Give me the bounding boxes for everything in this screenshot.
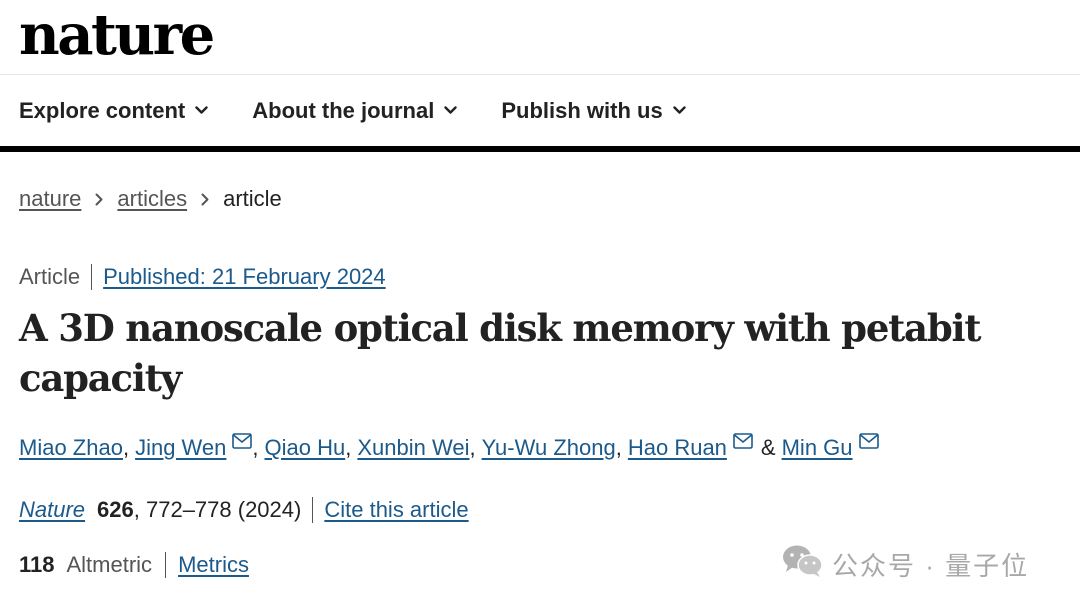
article-type: Article: [19, 264, 93, 290]
published-date-link[interactable]: Published: 21 February 2024: [103, 264, 386, 290]
author-separator: ,: [122, 435, 130, 460]
chevron-right-icon: [95, 193, 103, 206]
altmetric-count: 118: [19, 552, 55, 577]
breadcrumb-link-articles[interactable]: articles: [117, 186, 187, 212]
masthead: nature: [0, 0, 1080, 75]
nav-label: About the journal: [252, 97, 435, 123]
nature-logo[interactable]: nature: [19, 2, 215, 68]
author-link[interactable]: Xunbin Wei: [357, 435, 469, 461]
nav-explore-content[interactable]: Explore content: [19, 98, 208, 124]
author-link[interactable]: Hao Ruan: [628, 435, 727, 461]
nav-label: Explore content: [19, 97, 186, 123]
author-link[interactable]: Min Gu: [782, 435, 853, 461]
citation-line: Nature 626 , 772–778 (2024) Cite this ar…: [19, 497, 469, 523]
chevron-down-icon: [444, 106, 458, 115]
metrics-row: 118 Altmetric Metrics: [19, 552, 249, 578]
chevron-right-icon: [201, 193, 209, 206]
breadcrumb: nature articles article: [19, 186, 282, 212]
author-separator: ,: [615, 435, 622, 460]
breadcrumb-current: article: [223, 186, 282, 211]
chevron-down-icon: [672, 106, 686, 115]
journal-link[interactable]: Nature: [19, 497, 85, 523]
watermark-text: 公众号 · 量子位: [832, 551, 1030, 581]
metrics-link[interactable]: Metrics: [165, 552, 249, 578]
nav-label: Publish with us: [501, 97, 663, 123]
author-link[interactable]: Yu-Wu Zhong: [482, 435, 616, 461]
author-link[interactable]: Miao Zhao: [19, 435, 123, 461]
chevron-down-icon: [195, 106, 208, 115]
author-separator: &: [760, 435, 776, 460]
author-link[interactable]: Qiao Hu: [265, 435, 346, 461]
email-icon[interactable]: [232, 433, 253, 449]
email-icon[interactable]: [858, 433, 879, 449]
author-separator: ,: [345, 435, 352, 460]
nav-about-journal[interactable]: About the journal: [252, 97, 458, 124]
article-title: A 3D nanoscale optical disk memory with …: [19, 306, 981, 400]
wechat-icon: [782, 544, 824, 585]
author-separator: ,: [252, 435, 259, 460]
page-range: , 772–778 (2024): [133, 497, 302, 522]
author-list: Miao Zhao , Jing Wen , Qiao Hu , Xunbin …: [19, 433, 879, 461]
watermark: 公众号 · 量子位: [782, 544, 1029, 585]
main-nav: Explore content About the journal Publis…: [0, 75, 1080, 152]
breadcrumb-link-nature[interactable]: nature: [19, 186, 81, 212]
altmetric-label: Altmetric: [66, 552, 153, 577]
email-icon[interactable]: [733, 433, 753, 449]
nav-publish-with-us[interactable]: Publish with us: [501, 97, 686, 124]
article-meta: Article Published: 21 February 2024: [19, 264, 386, 290]
author-link[interactable]: Jing Wen: [135, 435, 226, 461]
volume-number: 626: [97, 497, 134, 522]
cite-this-article-link[interactable]: Cite this article: [312, 497, 469, 523]
author-separator: ,: [469, 435, 476, 460]
